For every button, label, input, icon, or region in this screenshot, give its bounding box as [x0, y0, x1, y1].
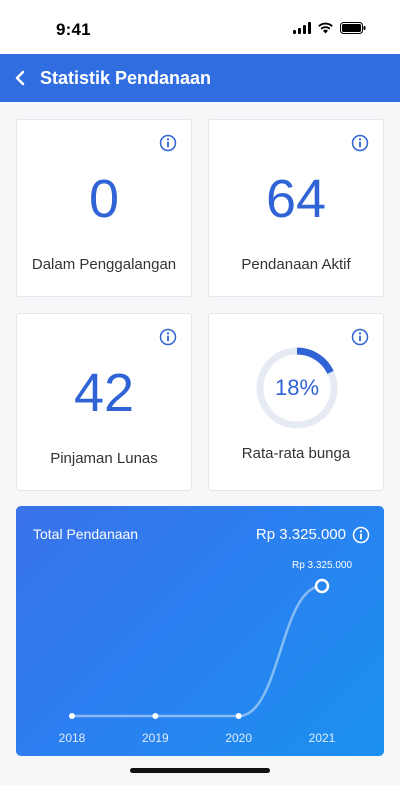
info-icon[interactable] [159, 328, 177, 346]
total-funding-chart: 2018 2019 2020 2021 Rp 3.325.000 [59, 560, 353, 745]
home-indicator [130, 768, 270, 773]
stat-card-loans-repaid: 42 Pinjaman Lunas [16, 313, 192, 491]
x-tick-label: 2021 [309, 731, 336, 745]
stat-value: 0 [88, 169, 120, 229]
wifi-icon [317, 22, 334, 34]
info-icon[interactable] [159, 134, 177, 152]
data-point[interactable] [152, 713, 159, 719]
stat-label: Pendanaan Aktif [241, 256, 351, 273]
stat-label: Rata-rata bunga [241, 445, 351, 462]
stat-card-fundraising: 0 Dalam Penggalangan [16, 119, 192, 297]
data-point[interactable] [69, 713, 75, 719]
x-tick-label: 2020 [225, 731, 252, 745]
data-label: Rp 3.325.000 [292, 560, 352, 571]
app-header: Statistik Pendanaan [0, 54, 400, 102]
series-line [71, 584, 323, 718]
info-icon[interactable] [351, 134, 369, 152]
data-point[interactable] [314, 578, 330, 594]
status-bar: 9:41 [0, 0, 400, 54]
stat-label: Dalam Penggalangan [31, 256, 177, 273]
battery-icon [340, 22, 366, 34]
stat-value: 64 [265, 169, 327, 229]
back-button[interactable] [0, 54, 40, 102]
x-tick-label: 2018 [59, 731, 86, 745]
info-icon[interactable] [352, 526, 370, 544]
total-funding-panel: 2018 2019 2020 2021 Rp 3.325.000 Total Penda… [16, 506, 384, 756]
status-icons [293, 22, 366, 34]
stat-card-avg-interest: 18% Rata-rata bunga [208, 313, 384, 491]
content-area: 0 Dalam Penggalangan 64 Pendanaan Aktif … [0, 102, 400, 785]
stat-value: 42 [73, 363, 135, 423]
stat-value: 18% [274, 375, 320, 400]
chevron-left-icon [15, 70, 25, 86]
info-icon[interactable] [351, 328, 369, 346]
status-time: 9:41 [56, 20, 91, 39]
x-tick-label: 2019 [142, 731, 169, 745]
chart-total-value: Rp 3.325.000 [255, 526, 346, 543]
stat-card-active-funding: 64 Pendanaan Aktif [208, 119, 384, 297]
page-title: Statistik Pendanaan [40, 67, 212, 88]
data-point[interactable] [235, 713, 242, 719]
chart-title: Total Pendanaan [33, 526, 139, 542]
signal-icon [293, 22, 311, 34]
stat-label: Pinjaman Lunas [50, 450, 158, 467]
